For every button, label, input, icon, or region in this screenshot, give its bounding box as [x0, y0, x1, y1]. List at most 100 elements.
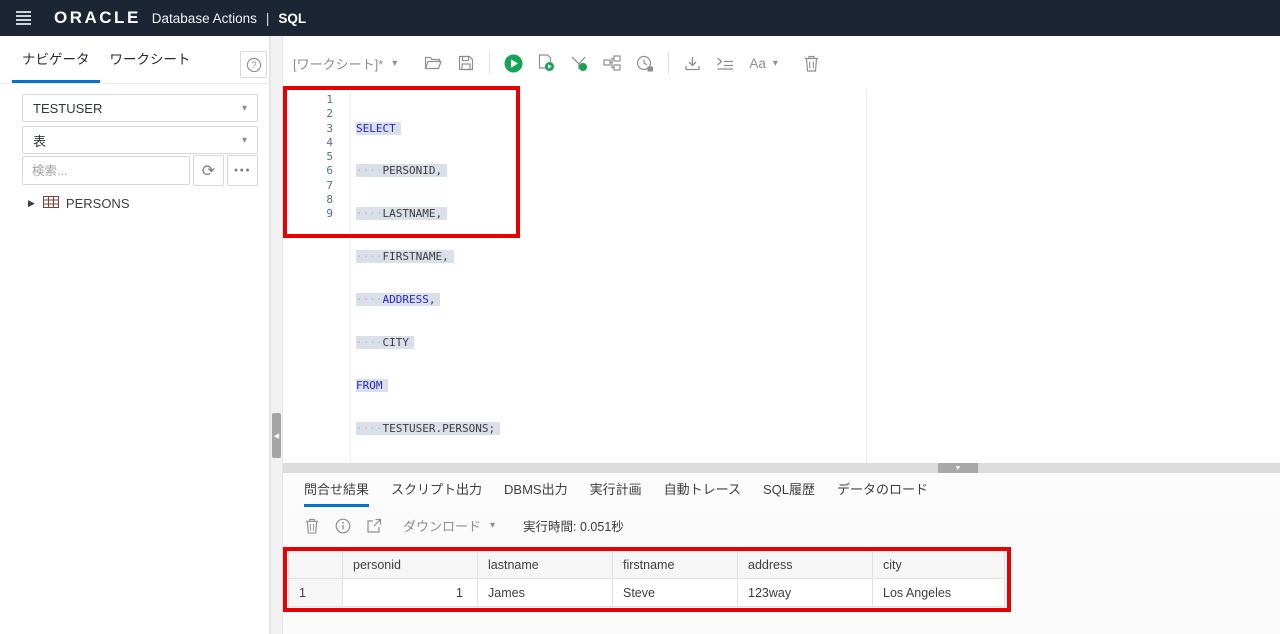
- left-sidebar: ナビゲータ ワークシート ? TESTUSER ▾ 表 ▾ ⟳ ●●●: [0, 36, 270, 634]
- toolbar-divider: [489, 52, 490, 74]
- tree-item-persons[interactable]: ▶ PERSONS: [28, 196, 130, 211]
- main-area: [ワークシート]* ▾: [283, 36, 1280, 634]
- clear-worksheet-button[interactable]: [802, 53, 822, 73]
- line-number: 8: [283, 193, 333, 207]
- svg-text:?: ?: [251, 60, 256, 70]
- results-tab-bar: 問合せ結果 スクリプト出力 DBMS出力 実行計画 自動トレース SQL履歴 デ…: [283, 473, 1280, 507]
- download-dropdown-label: ダウンロード: [403, 516, 481, 535]
- title-divider: |: [266, 11, 270, 26]
- ellipsis-icon: ●●●: [234, 167, 251, 174]
- tree-expand-icon[interactable]: ▶: [28, 198, 35, 209]
- chevron-down-icon: ▾: [773, 58, 778, 69]
- help-button[interactable]: ?: [240, 51, 267, 78]
- text-size-icon: Aa: [749, 56, 766, 71]
- column-header-city[interactable]: city: [873, 551, 1005, 579]
- worksheet-dropdown[interactable]: [ワークシート]* ▾: [293, 54, 397, 73]
- tab-explain-plan[interactable]: 実行計画: [590, 473, 642, 507]
- chevron-down-icon: ▾: [490, 520, 495, 531]
- download-icon: [684, 55, 701, 72]
- schema-select[interactable]: TESTUSER ▾: [22, 94, 258, 122]
- save-icon: [458, 55, 474, 71]
- hamburger-menu-icon[interactable]: [16, 11, 31, 25]
- table-grid-icon: [43, 196, 59, 211]
- run-script-button[interactable]: [536, 53, 556, 73]
- help-icon: ?: [246, 57, 262, 73]
- chevron-down-icon: ▾: [242, 135, 247, 146]
- results-toolbar: ダウンロード ▾ 実行時間: 0.051秒: [283, 507, 1280, 544]
- sidebar-collapse-handle[interactable]: ◀: [272, 413, 281, 458]
- tab-query-result[interactable]: 問合せ結果: [304, 473, 369, 507]
- search-input[interactable]: [22, 156, 190, 185]
- column-header-rownum[interactable]: [289, 551, 343, 579]
- tab-worksheet[interactable]: ワークシート: [100, 36, 201, 83]
- app-window: ORACLE Database Actions | SQL ナビゲータ ワークシ…: [0, 0, 1280, 634]
- download-editor-button[interactable]: [682, 53, 702, 73]
- line-number: 6: [283, 164, 333, 178]
- table-row[interactable]: 1 1 James Steve 123way Los Angeles: [289, 579, 1005, 607]
- collapse-down-icon: ▼: [955, 465, 962, 472]
- sql-code-editor[interactable]: 1 2 3 4 5 6 7 8 9 SELECT ····PERSONID, ·…: [283, 90, 1280, 463]
- line-number: 7: [283, 179, 333, 193]
- cell-city[interactable]: Los Angeles: [873, 579, 1005, 607]
- line-number-gutter: 1 2 3 4 5 6 7 8 9: [283, 93, 333, 222]
- code-line: ····FIRSTNAME,: [356, 250, 500, 264]
- explain-plan-button[interactable]: [569, 53, 589, 73]
- object-type-select[interactable]: 表 ▾: [22, 126, 258, 154]
- worksheet-dropdown-label: [ワークシート]*: [293, 54, 383, 73]
- run-icon: [504, 54, 523, 73]
- schema-select-value: TESTUSER: [33, 101, 102, 116]
- autotrace-button[interactable]: [602, 53, 622, 73]
- toolbar-divider: [668, 52, 669, 74]
- line-number: 5: [283, 150, 333, 164]
- open-file-button[interactable]: [423, 53, 443, 73]
- code-line: ····PERSONID,: [356, 164, 500, 178]
- cell-rownum: 1: [289, 579, 343, 607]
- code-line: ····ADDRESS,: [356, 293, 500, 307]
- clear-results-button[interactable]: [303, 517, 321, 535]
- cell-address[interactable]: 123way: [738, 579, 873, 607]
- tab-sql-history[interactable]: SQL履歴: [763, 473, 815, 507]
- run-statement-button[interactable]: [503, 53, 523, 73]
- collapse-left-icon: ◀: [274, 432, 279, 440]
- gutter-border: [350, 90, 351, 463]
- tab-script-output[interactable]: スクリプト出力: [391, 473, 482, 507]
- info-button[interactable]: [334, 517, 352, 535]
- cell-personid[interactable]: 1: [343, 579, 478, 607]
- column-header-lastname[interactable]: lastname: [478, 551, 613, 579]
- column-header-personid[interactable]: personid: [343, 551, 478, 579]
- tab-data-load[interactable]: データのロード: [837, 473, 928, 507]
- execution-time: 実行時間: 0.051秒: [523, 516, 624, 535]
- refresh-button[interactable]: ⟳: [193, 155, 224, 186]
- line-number: 1: [283, 93, 333, 107]
- chevron-down-icon: ▾: [392, 58, 397, 69]
- cell-firstname[interactable]: Steve: [613, 579, 738, 607]
- more-options-button[interactable]: ●●●: [227, 155, 258, 186]
- tab-navigator-label: ナビゲータ: [22, 48, 90, 68]
- horizontal-splitter[interactable]: ▼: [283, 463, 1280, 473]
- save-button[interactable]: [456, 53, 476, 73]
- panel-collapse-handle[interactable]: ▼: [938, 463, 978, 473]
- tab-dbms-output[interactable]: DBMS出力: [504, 473, 568, 507]
- object-type-select-value: 表: [33, 131, 46, 150]
- vertical-splitter[interactable]: ◀: [270, 36, 283, 634]
- sql-history-icon: [636, 55, 654, 72]
- column-header-address[interactable]: address: [738, 551, 873, 579]
- text-size-dropdown[interactable]: Aa ▾: [749, 56, 778, 71]
- format-button[interactable]: [715, 53, 735, 73]
- sql-history-button[interactable]: [635, 53, 655, 73]
- open-in-new-tab-button[interactable]: [365, 517, 383, 535]
- download-dropdown[interactable]: ダウンロード ▾: [403, 516, 495, 535]
- explain-plan-icon: [570, 54, 588, 72]
- line-number: 9: [283, 207, 333, 221]
- oracle-logo: ORACLE: [54, 8, 141, 28]
- column-header-firstname[interactable]: firstname: [613, 551, 738, 579]
- tab-worksheet-label: ワークシート: [110, 48, 191, 68]
- tab-autotrace[interactable]: 自動トレース: [664, 473, 741, 507]
- folder-open-icon: [424, 55, 442, 71]
- cell-lastname[interactable]: James: [478, 579, 613, 607]
- app-context-sql: SQL: [278, 11, 306, 26]
- line-number: 3: [283, 122, 333, 136]
- query-result-table: personid lastname firstname address city…: [288, 550, 1005, 607]
- tab-navigator[interactable]: ナビゲータ: [12, 36, 100, 83]
- code-line: ····LASTNAME,: [356, 207, 500, 221]
